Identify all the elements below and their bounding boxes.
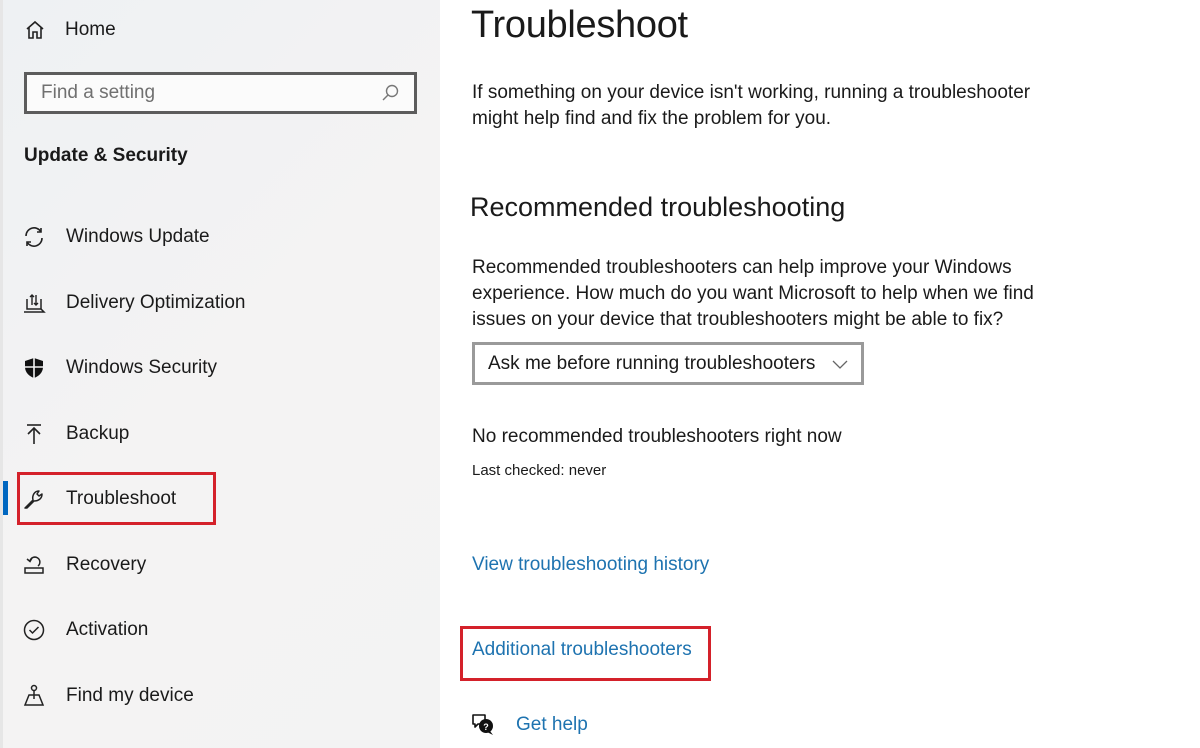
sidebar-item-backup[interactable]: Backup [0,414,440,454]
sidebar-item-label: Windows Update [66,226,210,247]
sidebar-item-windows-update[interactable]: Windows Update [0,217,440,257]
search-icon[interactable] [380,83,400,103]
get-help-icon: ? [472,714,493,735]
main-content: Troubleshoot If something on your device… [440,0,1200,748]
chevron-down-icon [832,360,848,369]
sidebar-item-label: Backup [66,423,130,444]
svg-text:?: ? [483,722,489,732]
sidebar-item-label: Delivery Optimization [66,292,246,313]
additional-troubleshooters-link[interactable]: Additional troubleshooters [472,639,692,661]
sidebar-item-label: Troubleshoot [66,488,177,509]
home-icon [26,20,44,39]
sidebar-item-troubleshoot[interactable]: Troubleshoot [0,479,440,519]
recovery-icon [22,553,46,577]
sync-icon [22,225,46,249]
sidebar-item-recovery[interactable]: Recovery [0,545,440,585]
delivery-optimization-icon [22,291,46,315]
page-title: Troubleshoot [471,4,688,46]
sidebar-item-label: Windows Security [66,357,217,378]
find-device-icon [22,684,46,708]
sidebar-item-label: Recovery [66,554,147,575]
section-title: Update & Security [24,145,188,166]
search-box[interactable] [24,72,417,114]
check-circle-icon [22,618,46,642]
sidebar-item-label: Find my device [66,685,194,706]
dropdown-value: Ask me before running troubleshooters [488,352,816,374]
recommended-heading: Recommended troubleshooting [470,192,846,222]
last-checked: Last checked: never [472,462,607,479]
sidebar-item-activation[interactable]: Activation [0,610,440,650]
sidebar-item-label: Activation [66,619,149,640]
home-label: Home [65,19,116,40]
upload-arrow-icon [22,422,46,446]
sidebar: Home Update & Security Windows Update [0,0,440,748]
recommended-status: No recommended troubleshooters right now [472,426,842,447]
intro-text: If something on your device isn't workin… [472,82,1031,129]
search-input[interactable] [41,82,380,104]
sidebar-item-find-my-device[interactable]: Find my device [0,676,440,716]
sidebar-item-delivery-optimization[interactable]: Delivery Optimization [0,283,440,323]
recommended-description: Recommended troubleshooters can help imp… [472,257,1034,330]
get-help-link[interactable]: Get help [516,714,588,736]
view-history-link[interactable]: View troubleshooting history [472,554,709,576]
shield-icon [22,356,46,380]
sidebar-item-windows-security[interactable]: Windows Security [0,348,440,388]
home-nav-item[interactable]: Home [24,16,116,44]
wrench-icon [22,487,46,511]
troubleshoot-preference-dropdown[interactable]: Ask me before running troubleshooters [472,342,864,385]
